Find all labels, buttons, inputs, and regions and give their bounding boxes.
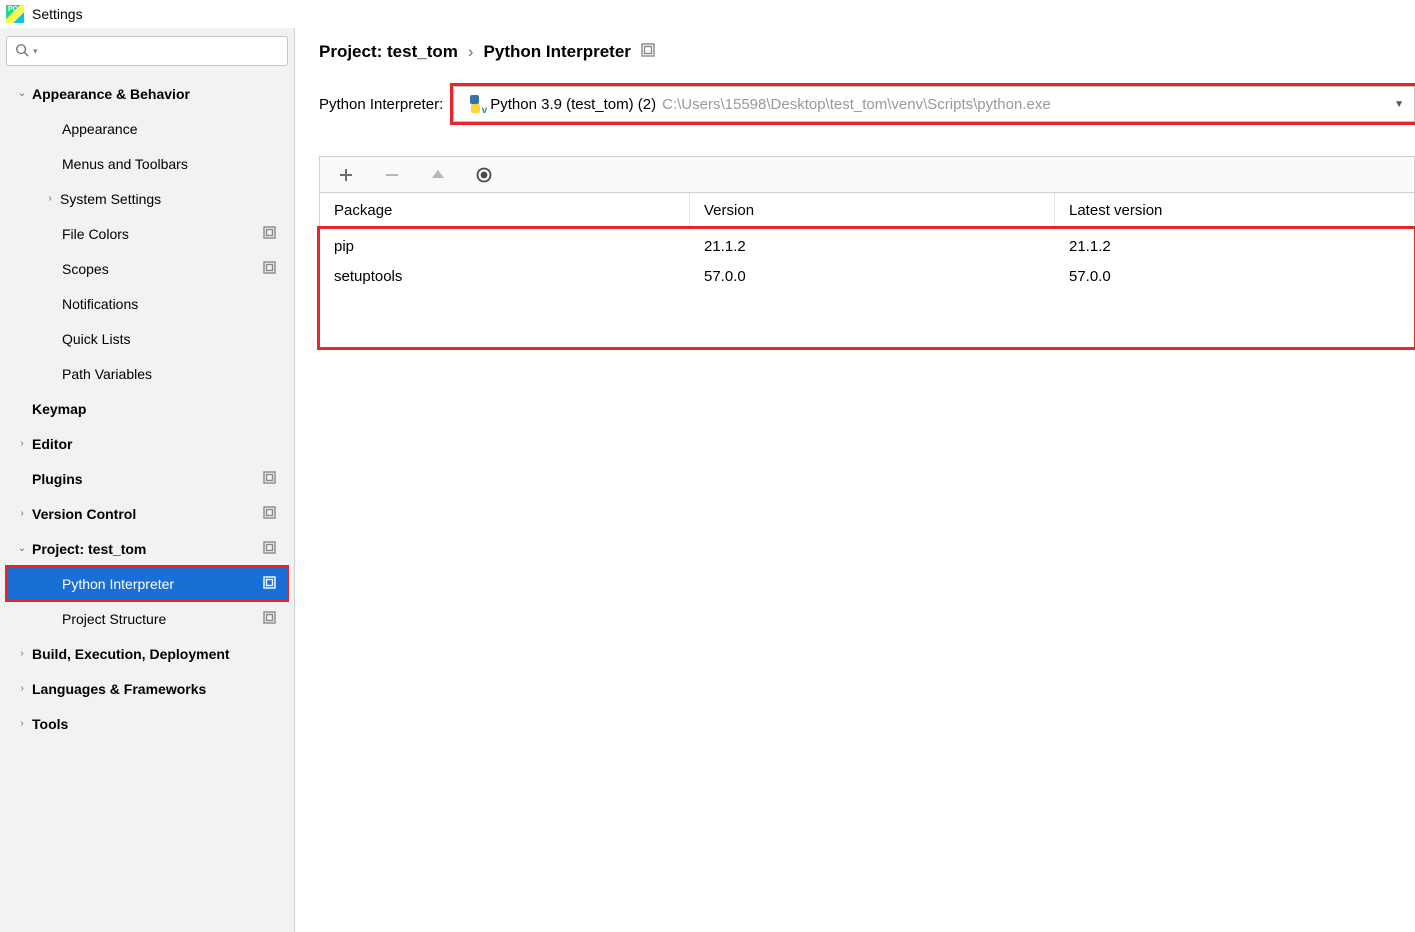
package-toolbar	[320, 157, 1414, 193]
sidebar-item-label: Notifications	[62, 296, 282, 312]
python-icon: v	[466, 95, 484, 113]
project-scope-icon	[263, 226, 276, 242]
remove-package-button[interactable]	[382, 165, 402, 185]
chevron-right-icon: ›	[16, 648, 28, 659]
search-input[interactable]: ▾	[6, 36, 288, 66]
sidebar-item-label: Keymap	[32, 401, 282, 417]
package-table: Package Version Latest version pip21.1.2…	[320, 193, 1414, 347]
package-cell-version: 57.0.0	[690, 261, 1055, 291]
project-scope-icon	[263, 541, 276, 557]
breadcrumb-page: Python Interpreter	[484, 42, 631, 62]
sidebar-item-label: Scopes	[62, 261, 282, 277]
sidebar-item-label: System Settings	[60, 191, 282, 207]
content-panel: Project: test_tom › Python Interpreter P…	[295, 28, 1415, 932]
sidebar-item-label: Languages & Frameworks	[32, 681, 282, 697]
app-title: Settings	[32, 6, 83, 22]
package-cell-latest: 57.0.0	[1055, 261, 1414, 291]
chevron-down-icon: ⌄	[16, 543, 28, 554]
package-cell-latest: 21.1.2	[1055, 231, 1414, 261]
show-early-releases-button[interactable]	[474, 165, 494, 185]
sidebar-item-label: Project: test_tom	[32, 541, 282, 557]
sidebar-item-project-test-tom[interactable]: ⌄ Project: test_tom	[6, 531, 288, 566]
project-scope-icon	[263, 471, 276, 487]
add-package-button[interactable]	[336, 165, 356, 185]
chevron-right-icon: ›	[16, 508, 28, 519]
project-scope-icon	[641, 42, 655, 62]
sidebar-item-system-settings[interactable]: › System Settings	[6, 181, 288, 216]
settings-tree: ⌄ Appearance & Behavior Appearance Menus an…	[6, 76, 288, 741]
project-scope-icon	[263, 261, 276, 277]
sidebar-item-label: Menus and Toolbars	[62, 156, 282, 172]
sidebar-item-label: Quick Lists	[62, 331, 282, 347]
chevron-down-icon: ▼	[1394, 99, 1404, 110]
sidebar-item-label: Path Variables	[62, 366, 282, 382]
sidebar-item-appearance-behavior[interactable]: ⌄ Appearance & Behavior	[6, 76, 288, 111]
col-latest[interactable]: Latest version	[1055, 193, 1414, 228]
package-row[interactable]: setuptools57.0.057.0.0	[320, 261, 1414, 291]
sidebar-item-label: File Colors	[62, 226, 282, 242]
search-dropdown-icon[interactable]: ▾	[33, 46, 38, 57]
sidebar-item-label: Appearance & Behavior	[32, 86, 282, 102]
upgrade-package-button[interactable]	[428, 165, 448, 185]
sidebar-item-python-interpreter[interactable]: Python Interpreter	[6, 566, 288, 601]
sidebar-item-label: Plugins	[32, 471, 282, 487]
package-table-body: pip21.1.221.1.2setuptools57.0.057.0.0	[320, 229, 1414, 347]
sidebar-item-project-structure[interactable]: Project Structure	[6, 601, 288, 636]
breadcrumb-project: Project: test_tom	[319, 42, 458, 62]
interpreter-row: Python Interpreter: v Python 3.9 (test_t…	[319, 86, 1415, 122]
chevron-right-icon: ›	[44, 193, 56, 204]
chevron-right-icon: ›	[16, 718, 28, 729]
sidebar-item-languages-frameworks[interactable]: › Languages & Frameworks	[6, 671, 288, 706]
sidebar-item-quick-lists[interactable]: Quick Lists	[6, 321, 288, 356]
breadcrumb: Project: test_tom › Python Interpreter	[319, 42, 1415, 62]
sidebar-item-label: Project Structure	[62, 611, 282, 627]
chevron-right-icon: ›	[16, 438, 28, 449]
settings-sidebar: ▾ ⌄ Appearance & Behavior Appearance Menus …	[0, 28, 295, 932]
project-scope-icon	[263, 611, 276, 627]
sidebar-item-path-variables[interactable]: Path Variables	[6, 356, 288, 391]
interpreter-path: C:\Users\15598\Desktop\test_tom\venv\Scr…	[662, 96, 1051, 113]
sidebar-item-scopes[interactable]: Scopes	[6, 251, 288, 286]
sidebar-item-keymap[interactable]: Keymap	[6, 391, 288, 426]
interpreter-name: Python 3.9 (test_tom) (2)	[490, 96, 656, 113]
sidebar-item-appearance[interactable]: Appearance	[6, 111, 288, 146]
sidebar-item-editor[interactable]: › Editor	[6, 426, 288, 461]
package-cell-version: 21.1.2	[690, 231, 1055, 261]
chevron-down-icon: ⌄	[16, 88, 28, 99]
package-row[interactable]: pip21.1.221.1.2	[320, 231, 1414, 261]
sidebar-item-menus-and-toolbars[interactable]: Menus and Toolbars	[6, 146, 288, 181]
project-scope-icon	[263, 506, 276, 522]
sidebar-item-build-execution-deployment[interactable]: › Build, Execution, Deployment	[6, 636, 288, 671]
package-cell-name: pip	[320, 231, 690, 261]
sidebar-item-label: Editor	[32, 436, 282, 452]
interpreter-select[interactable]: v Python 3.9 (test_tom) (2) C:\Users\155…	[453, 86, 1415, 122]
sidebar-item-label: Build, Execution, Deployment	[32, 646, 282, 662]
sidebar-item-label: Version Control	[32, 506, 282, 522]
sidebar-item-plugins[interactable]: Plugins	[6, 461, 288, 496]
interpreter-label: Python Interpreter:	[319, 96, 443, 113]
titlebar: Settings	[0, 0, 1415, 28]
pycharm-icon	[6, 5, 24, 23]
chevron-right-icon: ›	[16, 683, 28, 694]
breadcrumb-separator: ›	[468, 42, 474, 62]
sidebar-item-version-control[interactable]: › Version Control	[6, 496, 288, 531]
search-icon	[15, 43, 29, 60]
sidebar-item-tools[interactable]: › Tools	[6, 706, 288, 741]
package-panel: Package Version Latest version pip21.1.2…	[319, 156, 1415, 347]
sidebar-item-label: Tools	[32, 716, 282, 732]
col-package[interactable]: Package	[320, 193, 690, 228]
sidebar-item-notifications[interactable]: Notifications	[6, 286, 288, 321]
package-cell-name: setuptools	[320, 261, 690, 291]
sidebar-item-file-colors[interactable]: File Colors	[6, 216, 288, 251]
project-scope-icon	[263, 576, 276, 592]
sidebar-item-label: Appearance	[62, 121, 282, 137]
sidebar-item-label: Python Interpreter	[62, 576, 282, 592]
package-table-header: Package Version Latest version	[320, 193, 1414, 229]
col-version[interactable]: Version	[690, 193, 1055, 228]
